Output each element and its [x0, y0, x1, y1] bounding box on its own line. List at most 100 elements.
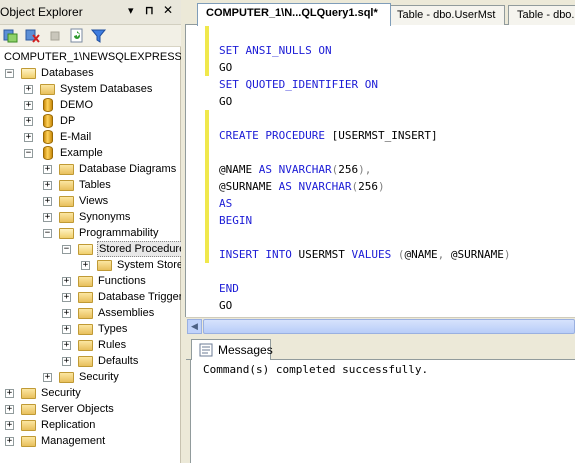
- tree-node-label: Functions: [98, 275, 146, 287]
- tree-node-label: Server Objects: [41, 403, 114, 415]
- tree-node[interactable]: + Rules: [0, 337, 181, 353]
- expand-icon[interactable]: +: [24, 85, 33, 94]
- tree-node[interactable]: + Database Diagrams: [0, 161, 181, 177]
- folder-icon: [78, 324, 93, 335]
- collapse-icon[interactable]: −: [43, 229, 52, 238]
- tree-node[interactable]: + Server Objects: [0, 401, 181, 417]
- expand-icon[interactable]: +: [43, 197, 52, 206]
- auto-hide-pin-icon[interactable]: ⊓: [145, 4, 154, 17]
- object-explorer-pane: Object Explorer ▾ ⊓ ✕ COMPUTER_1\NEWSQLE…: [0, 0, 181, 463]
- tree-node[interactable]: + Defaults: [0, 353, 181, 369]
- editor-horizontal-scrollbar[interactable]: ◀: [186, 317, 575, 334]
- expand-icon[interactable]: +: [43, 181, 52, 190]
- tree-node[interactable]: + System Databases: [0, 81, 181, 97]
- code-token: @NAME: [404, 248, 438, 261]
- connect-icon[interactable]: [2, 27, 19, 44]
- tab-query-editor[interactable]: COMPUTER_1\N...QLQuery1.sql*: [197, 3, 391, 26]
- object-explorer-title-bar: Object Explorer ▾ ⊓ ✕: [0, 0, 181, 25]
- disconnect-icon[interactable]: [24, 27, 41, 44]
- expand-icon[interactable]: +: [62, 309, 71, 318]
- tree-node[interactable]: + Database Triggers: [0, 289, 181, 305]
- collapse-icon[interactable]: −: [24, 149, 33, 158]
- code-token: [USERMST_INSERT]: [324, 129, 438, 142]
- messages-output: Command(s) completed successfully.: [203, 363, 429, 376]
- expand-icon[interactable]: +: [62, 341, 71, 350]
- expand-icon[interactable]: +: [62, 325, 71, 334]
- tree-node[interactable]: + System Stored P: [0, 257, 181, 273]
- tree-node[interactable]: + Synonyms: [0, 209, 181, 225]
- expand-icon[interactable]: +: [43, 213, 52, 222]
- collapse-icon[interactable]: −: [5, 69, 14, 78]
- tree-node[interactable]: + Security: [0, 369, 181, 385]
- tree-node[interactable]: + Types: [0, 321, 181, 337]
- tree-node[interactable]: + DEMO: [0, 97, 181, 113]
- expand-icon[interactable]: +: [24, 101, 33, 110]
- tree-node[interactable]: − Stored Procedures: [0, 241, 181, 257]
- code-token: 256: [358, 180, 378, 193]
- tree-node[interactable]: + Tables: [0, 177, 181, 193]
- tree-node[interactable]: COMPUTER_1\NEWSQLEXPRESS (SQ: [0, 49, 181, 65]
- expand-icon[interactable]: +: [5, 405, 14, 414]
- tree-node[interactable]: − Databases: [0, 65, 181, 81]
- expand-icon[interactable]: +: [43, 373, 52, 382]
- expand-icon[interactable]: +: [5, 389, 14, 398]
- code-token: GO: [219, 95, 233, 108]
- messages-panel[interactable]: Command(s) completed successfully.: [190, 360, 575, 463]
- expand-icon[interactable]: +: [24, 117, 33, 126]
- code-line: INSERT INTO USERMST VALUES (@NAME, @SURN…: [219, 246, 510, 263]
- expand-icon[interactable]: +: [24, 133, 33, 142]
- filter-icon[interactable]: [90, 27, 107, 44]
- code-token: GO: [219, 61, 233, 74]
- change-marker: [205, 110, 209, 229]
- refresh-icon[interactable]: [68, 27, 85, 44]
- code-line: END: [219, 280, 239, 297]
- code-token: 256: [338, 163, 359, 176]
- database-icon: [43, 98, 53, 112]
- tree-node-label: Rules: [98, 339, 127, 351]
- change-marker: [205, 229, 209, 263]
- window-position-icon[interactable]: ▾: [128, 4, 134, 17]
- tree-node[interactable]: + Replication: [0, 417, 181, 433]
- expand-icon[interactable]: +: [81, 261, 90, 270]
- code-line: @SURNAME AS NVARCHAR(256): [219, 178, 385, 195]
- query-editor[interactable]: SET ANSI_NULLS ON GO SET QUOTED_IDENTIFIER…: [185, 25, 575, 317]
- code-line: SET ANSI_NULLS ON: [219, 42, 332, 59]
- folder-icon: [78, 292, 93, 303]
- object-explorer-title: Object Explorer: [0, 5, 83, 19]
- expand-icon[interactable]: +: [5, 437, 14, 446]
- tree-node[interactable]: − Programmability: [0, 225, 181, 241]
- tree-node-label: COMPUTER_1\NEWSQLEXPRESS (SQ: [4, 51, 181, 63]
- scroll-left-arrow-icon[interactable]: ◀: [187, 319, 202, 334]
- expand-icon[interactable]: +: [5, 421, 14, 430]
- sql-keyword: AS: [258, 163, 272, 176]
- sql-keyword: ON: [318, 44, 332, 57]
- database-icon: [43, 146, 53, 160]
- sql-keyword: VALUES: [351, 248, 392, 261]
- tree-node[interactable]: + E-Mail: [0, 129, 181, 145]
- close-icon[interactable]: ✕: [163, 3, 173, 17]
- sql-keyword: INTO: [265, 248, 292, 261]
- collapse-icon[interactable]: −: [62, 245, 71, 254]
- tree-node[interactable]: + Views: [0, 193, 181, 209]
- tree-node-label: Views: [79, 195, 109, 207]
- tab-table-designer[interactable]: Table - dbo.: [508, 5, 575, 25]
- expand-icon[interactable]: +: [43, 165, 52, 174]
- tree-node[interactable]: + Security: [0, 385, 181, 401]
- expand-icon[interactable]: +: [62, 357, 71, 366]
- stop-icon[interactable]: [46, 27, 63, 44]
- expand-icon[interactable]: +: [62, 293, 71, 302]
- expand-icon[interactable]: +: [62, 277, 71, 286]
- object-explorer-toolbar: [0, 25, 181, 47]
- tree-node-label: Databases: [41, 67, 94, 79]
- tree-node[interactable]: + Functions: [0, 273, 181, 289]
- tab-table-designer[interactable]: Table - dbo.UserMst: [388, 5, 505, 25]
- scrollbar-thumb[interactable]: [203, 319, 575, 334]
- tree-node[interactable]: − Example: [0, 145, 181, 161]
- folder-icon: [97, 260, 112, 271]
- tab-messages[interactable]: Messages: [191, 339, 273, 360]
- tree-node[interactable]: + DP: [0, 113, 181, 129]
- code-token: ): [377, 180, 385, 193]
- tree-node[interactable]: + Management: [0, 433, 181, 449]
- tree-node[interactable]: + Assemblies: [0, 305, 181, 321]
